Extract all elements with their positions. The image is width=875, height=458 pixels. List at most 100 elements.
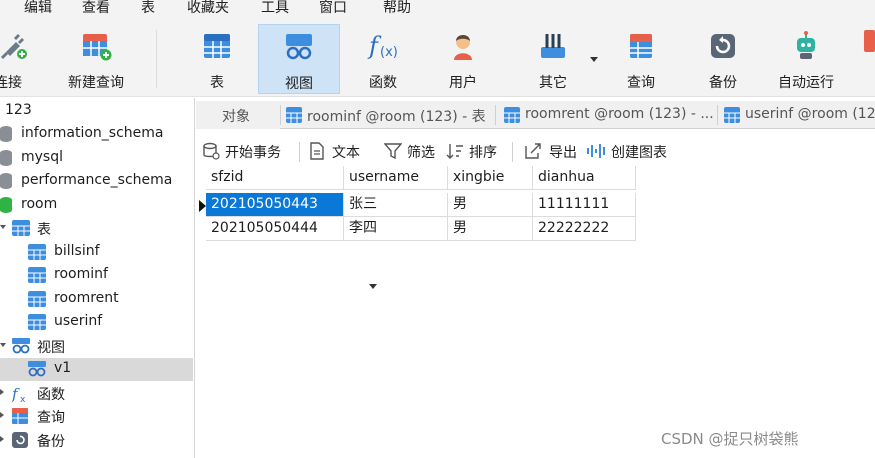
menu-favorites[interactable]: 收藏夹 xyxy=(187,0,229,18)
tab-roominf[interactable]: roominf @room (123) - 表 xyxy=(282,101,492,129)
menu-tools[interactable]: 工具 xyxy=(261,0,289,18)
database-transaction-icon xyxy=(203,142,220,160)
export-icon xyxy=(525,143,541,159)
database-icon xyxy=(0,126,12,142)
tree-node-views[interactable]: 视图 xyxy=(0,335,193,358)
column-header[interactable]: username xyxy=(344,166,448,190)
tree-node-view-selected[interactable]: v1 xyxy=(0,358,193,381)
tree-node-table[interactable]: billsinf xyxy=(0,241,193,264)
filter-label: 筛选 xyxy=(407,145,435,161)
tools-icon xyxy=(541,34,565,58)
svg-text:x: x xyxy=(20,395,26,403)
column-header[interactable]: dianhua xyxy=(533,166,636,190)
query-icon xyxy=(12,408,28,424)
tab-userinf[interactable]: userinf @room (12 xyxy=(720,101,875,129)
table-button[interactable]: 表 xyxy=(182,24,252,94)
text-dropdown-icon[interactable] xyxy=(369,284,377,289)
connect-button[interactable]: 连接 xyxy=(0,24,36,94)
data-action-bar: 开始事务 文本 筛选 排序 导出 创建图表 xyxy=(196,136,875,289)
column-header[interactable]: xingbie xyxy=(448,166,533,190)
tab-objects[interactable]: 对象 xyxy=(196,101,280,129)
expand-caret-icon[interactable] xyxy=(0,225,6,229)
table-icon xyxy=(286,107,302,123)
view-label: 视图 xyxy=(285,76,313,92)
svg-text:f: f xyxy=(12,385,20,403)
tree-node-database[interactable]: mysql xyxy=(0,147,193,170)
action-divider xyxy=(512,142,513,162)
begin-transaction-label: 开始事务 xyxy=(225,145,281,161)
document-icon xyxy=(310,142,324,160)
query-icon xyxy=(630,34,652,58)
table-icon xyxy=(724,107,740,123)
table-cell[interactable]: 男 xyxy=(448,217,533,241)
database-label: room xyxy=(21,196,58,212)
backups-group-label: 备份 xyxy=(37,434,65,450)
tab-roominf-label: roominf @room (123) - 表 xyxy=(307,109,486,125)
table-cell[interactable]: 11111111 xyxy=(533,193,636,217)
tree-node-table[interactable]: roominf xyxy=(0,264,193,287)
svg-text:(x): (x) xyxy=(380,45,398,60)
sort-button[interactable]: 排序 xyxy=(446,140,501,162)
tree-node-database-room[interactable]: room xyxy=(0,194,193,217)
table-cell[interactable]: 男 xyxy=(448,193,533,217)
query-button[interactable]: 查询 xyxy=(606,24,676,94)
tree-node-database[interactable]: information_schema xyxy=(0,123,193,146)
menu-view[interactable]: 查看 xyxy=(82,0,110,18)
database-open-icon xyxy=(0,197,12,213)
collapse-caret-icon[interactable] xyxy=(0,389,4,395)
table-cell[interactable]: 202105050444 xyxy=(206,217,344,241)
function-icon: f (x) xyxy=(367,32,398,60)
text-button[interactable]: 文本 xyxy=(309,140,375,162)
table-label: roomrent xyxy=(54,290,119,306)
menu-table[interactable]: 表 xyxy=(141,0,155,18)
tree-node-connection[interactable]: 123 xyxy=(0,100,193,123)
table-icon xyxy=(28,314,46,330)
column-header[interactable]: sfzid xyxy=(206,166,344,190)
overflow-tool-icon[interactable] xyxy=(864,30,875,52)
database-label: performance_schema xyxy=(21,172,173,188)
menu-help[interactable]: 帮助 xyxy=(383,0,411,18)
tree-node-functions[interactable]: fx 函数 xyxy=(0,382,193,405)
tab-divider xyxy=(495,105,496,125)
table-label: roominf xyxy=(54,266,108,282)
function-button[interactable]: f (x) 函数 xyxy=(348,24,418,94)
tab-strip: 对象 roominf @room (123) - 表 roomrent @roo… xyxy=(196,101,875,129)
collapse-caret-icon[interactable] xyxy=(0,436,4,442)
tree-node-database[interactable]: performance_schema xyxy=(0,170,193,193)
export-button[interactable]: 导出 xyxy=(524,140,579,162)
tree-node-table[interactable]: roomrent xyxy=(0,288,193,311)
tree-node-table[interactable]: userinf xyxy=(0,311,193,334)
tree-node-tables[interactable]: 表 xyxy=(0,217,193,240)
table-icon xyxy=(204,34,230,58)
auto-run-button[interactable]: 自动运行 xyxy=(770,24,842,94)
connection-tree: 123 information_schema mysql performance… xyxy=(0,98,195,458)
other-dropdown-icon[interactable] xyxy=(590,57,598,62)
action-divider xyxy=(299,142,300,162)
create-chart-button[interactable]: 创建图表 xyxy=(586,140,672,162)
tree-node-backups[interactable]: 备份 xyxy=(0,429,193,452)
tab-roomrent[interactable]: roomrent @room (123) - ... xyxy=(500,101,715,129)
new-query-button[interactable]: 新建查询 xyxy=(60,24,132,94)
tables-group-label: 表 xyxy=(37,222,51,238)
collapse-caret-icon[interactable] xyxy=(0,412,4,418)
menu-edit[interactable]: 编辑 xyxy=(24,0,52,18)
filter-icon xyxy=(384,143,402,160)
watermark: CSDN @捉只树袋熊 xyxy=(661,430,799,448)
table-cell[interactable]: 22222222 xyxy=(533,217,636,241)
other-button[interactable]: 其它 xyxy=(518,24,588,94)
database-icon xyxy=(0,173,12,189)
table-label: billsinf xyxy=(54,243,100,259)
table-cell[interactable]: 李四 xyxy=(344,217,448,241)
table-cell[interactable]: 张三 xyxy=(344,193,448,217)
function-icon: fx xyxy=(12,385,26,403)
view-button[interactable]: 视图 xyxy=(258,24,340,94)
tree-node-queries[interactable]: 查询 xyxy=(0,405,193,428)
menu-window[interactable]: 窗口 xyxy=(319,0,347,18)
table-cell-selected[interactable]: 202105050443 xyxy=(206,193,344,217)
user-button[interactable]: 用户 xyxy=(428,24,498,94)
expand-caret-icon[interactable] xyxy=(0,343,6,347)
backup-button[interactable]: 备份 xyxy=(688,24,758,94)
begin-transaction-button[interactable]: 开始事务 xyxy=(202,140,290,162)
filter-button[interactable]: 筛选 xyxy=(384,140,439,162)
tab-userinf-label: userinf @room (12 xyxy=(745,106,875,122)
